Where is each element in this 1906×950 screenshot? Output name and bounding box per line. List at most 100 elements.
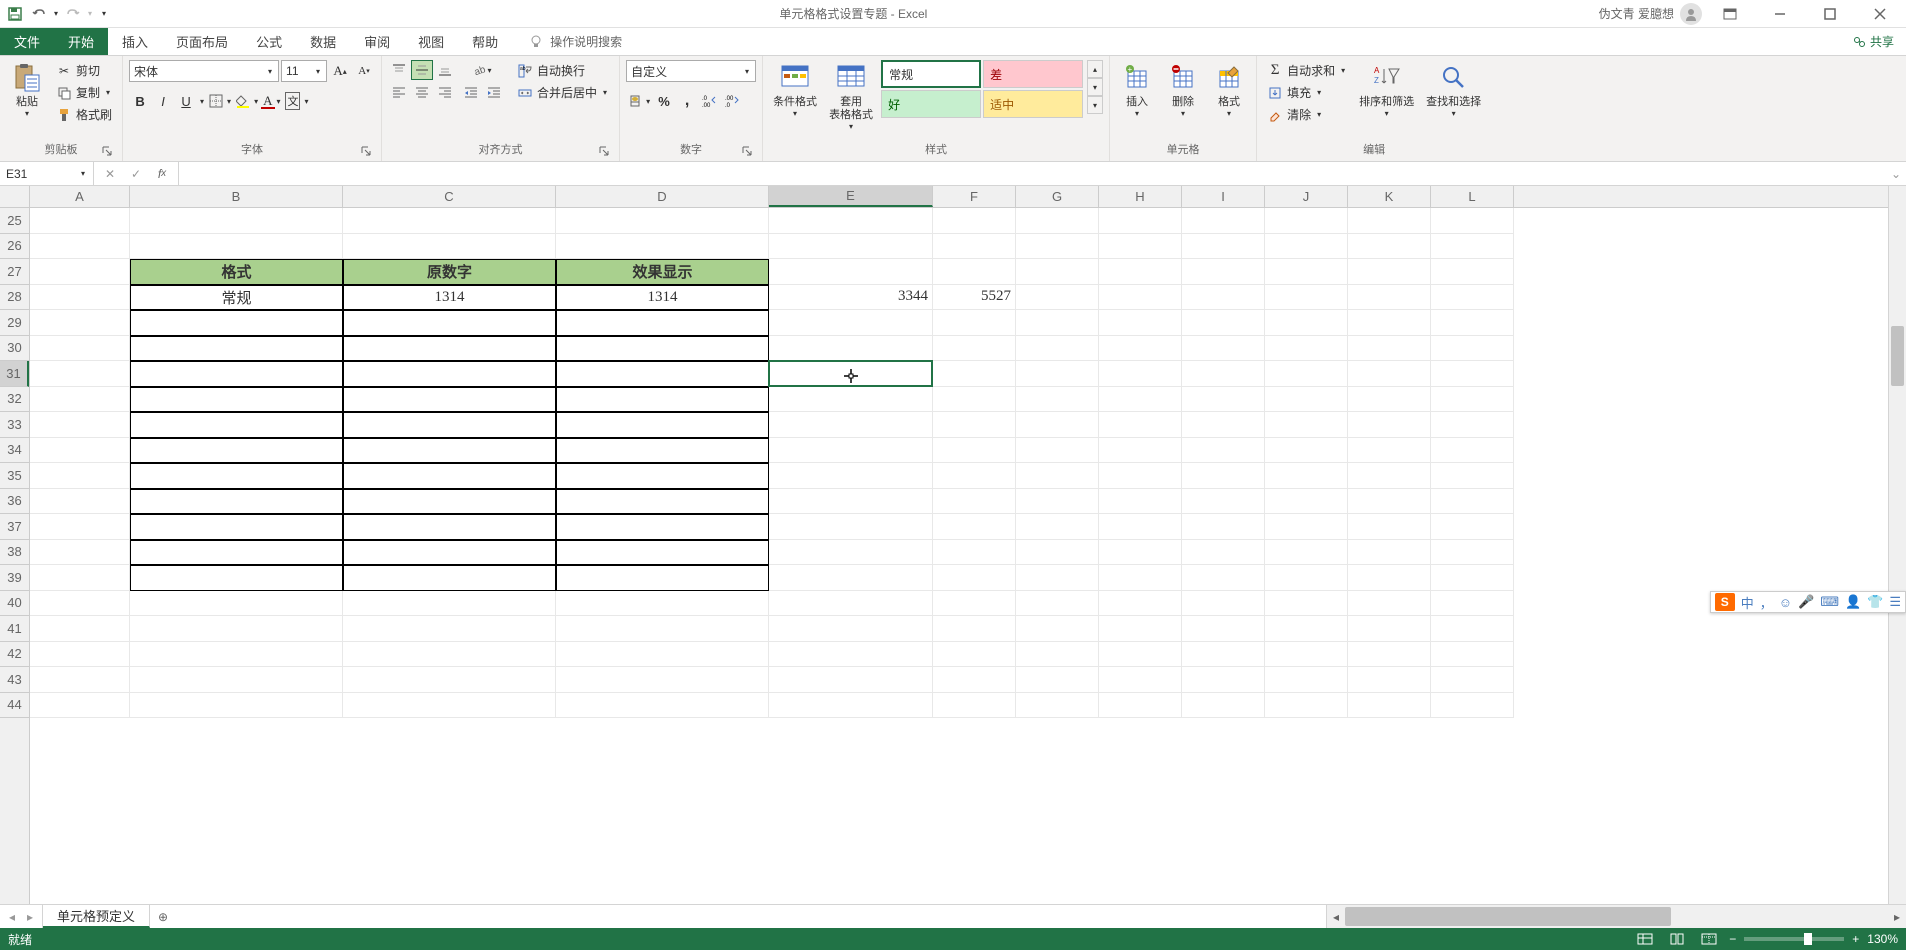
cell[interactable] [343,667,556,693]
decrease-indent-button[interactable] [460,82,482,102]
undo-dropdown[interactable]: ▾ [52,9,60,18]
cell[interactable] [1348,565,1431,591]
cell[interactable] [343,336,556,362]
cell[interactable] [769,463,933,489]
cell[interactable] [1265,412,1348,438]
zoom-slider[interactable] [1744,937,1844,941]
cell[interactable] [769,616,933,642]
hscroll-right[interactable]: ▸ [1888,905,1906,928]
insert-cells-button[interactable]: + 插入 ▾ [1116,60,1158,120]
user-account[interactable]: 伪文青 爱臆想 [1599,3,1702,25]
style-neutral[interactable]: 适中 [983,90,1083,118]
cell[interactable] [769,565,933,591]
cell[interactable] [1265,336,1348,362]
cell[interactable] [343,540,556,566]
cell[interactable] [30,438,130,464]
cell[interactable] [933,208,1016,234]
cell[interactable] [1265,361,1348,387]
sheet-tab-current[interactable]: 单元格预定义 [43,905,150,928]
cell[interactable] [1431,540,1514,566]
cell[interactable] [1348,387,1431,413]
cell[interactable] [1265,565,1348,591]
cell[interactable] [556,208,769,234]
clear-button[interactable]: 清除 ▾ [1263,104,1351,125]
cell[interactable] [1431,667,1514,693]
cell[interactable] [1182,540,1265,566]
cell[interactable] [769,234,933,260]
underline-button[interactable]: U [175,90,197,112]
style-normal[interactable]: 常规 [881,60,981,88]
cell[interactable] [1016,259,1099,285]
cell[interactable] [556,667,769,693]
row-header-27[interactable]: 27 [0,259,29,285]
cell[interactable] [1016,540,1099,566]
cell[interactable] [30,361,130,387]
cell[interactable] [933,591,1016,617]
cell[interactable]: 原数字 [343,259,556,285]
cell[interactable] [1348,693,1431,719]
name-box[interactable]: E31 ▾ [0,162,94,185]
row-header-30[interactable]: 30 [0,336,29,362]
cell[interactable] [1431,693,1514,719]
cell[interactable] [343,489,556,515]
cell[interactable] [933,438,1016,464]
cell[interactable] [1182,234,1265,260]
cell[interactable] [1099,540,1182,566]
column-header-G[interactable]: G [1016,186,1099,207]
cell[interactable] [130,565,343,591]
cell[interactable] [1016,642,1099,668]
cell[interactable] [933,616,1016,642]
sort-filter-button[interactable]: AZ 排序和筛选 ▾ [1355,60,1418,120]
cell[interactable] [1099,693,1182,719]
row-header-43[interactable]: 43 [0,667,29,693]
cell[interactable] [1182,616,1265,642]
view-page-break-button[interactable] [1697,930,1721,948]
sheet-nav-next[interactable]: ▸ [22,909,38,925]
cell[interactable] [343,463,556,489]
cell[interactable] [1431,463,1514,489]
cell[interactable] [1348,667,1431,693]
number-launcher[interactable] [740,144,754,158]
cell[interactable] [130,693,343,719]
cell[interactable] [1016,285,1099,311]
ime-punct-icon[interactable]: ， [1760,593,1773,612]
cell[interactable] [1431,591,1514,617]
row-header-36[interactable]: 36 [0,489,29,515]
cut-button[interactable]: ✂ 剪切 [52,60,116,81]
cell[interactable] [1182,387,1265,413]
cell[interactable] [343,565,556,591]
tab-view[interactable]: 视图 [404,28,458,55]
close-button[interactable] [1858,0,1902,28]
tab-home[interactable]: 开始 [54,28,108,55]
cell[interactable] [30,387,130,413]
cell[interactable] [769,514,933,540]
cell[interactable] [1348,514,1431,540]
cell[interactable] [30,667,130,693]
phonetic-dropdown[interactable]: ▾ [302,97,310,106]
font-color-button[interactable]: A [261,90,274,112]
cell[interactable] [1016,234,1099,260]
cell[interactable] [1016,565,1099,591]
cell[interactable] [1265,438,1348,464]
column-header-J[interactable]: J [1265,186,1348,207]
find-select-button[interactable]: 查找和选择 ▾ [1422,60,1485,120]
cell[interactable] [30,285,130,311]
column-header-I[interactable]: I [1182,186,1265,207]
cell[interactable] [130,667,343,693]
ime-emoji-icon[interactable]: ☺ [1779,595,1792,610]
cell[interactable] [1016,336,1099,362]
cell[interactable] [1265,616,1348,642]
cell[interactable] [1182,208,1265,234]
cell[interactable] [1182,463,1265,489]
align-left-button[interactable] [388,82,410,102]
cell[interactable] [769,208,933,234]
align-top-button[interactable] [388,60,410,80]
cell[interactable] [1431,438,1514,464]
underline-dropdown[interactable]: ▾ [198,97,206,106]
cell[interactable] [343,642,556,668]
cell[interactable] [1348,361,1431,387]
cell[interactable] [1348,412,1431,438]
cell[interactable]: 常规 [130,285,343,311]
cell[interactable] [1016,463,1099,489]
format-as-table-button[interactable]: 套用 表格格式 ▾ [825,60,877,133]
